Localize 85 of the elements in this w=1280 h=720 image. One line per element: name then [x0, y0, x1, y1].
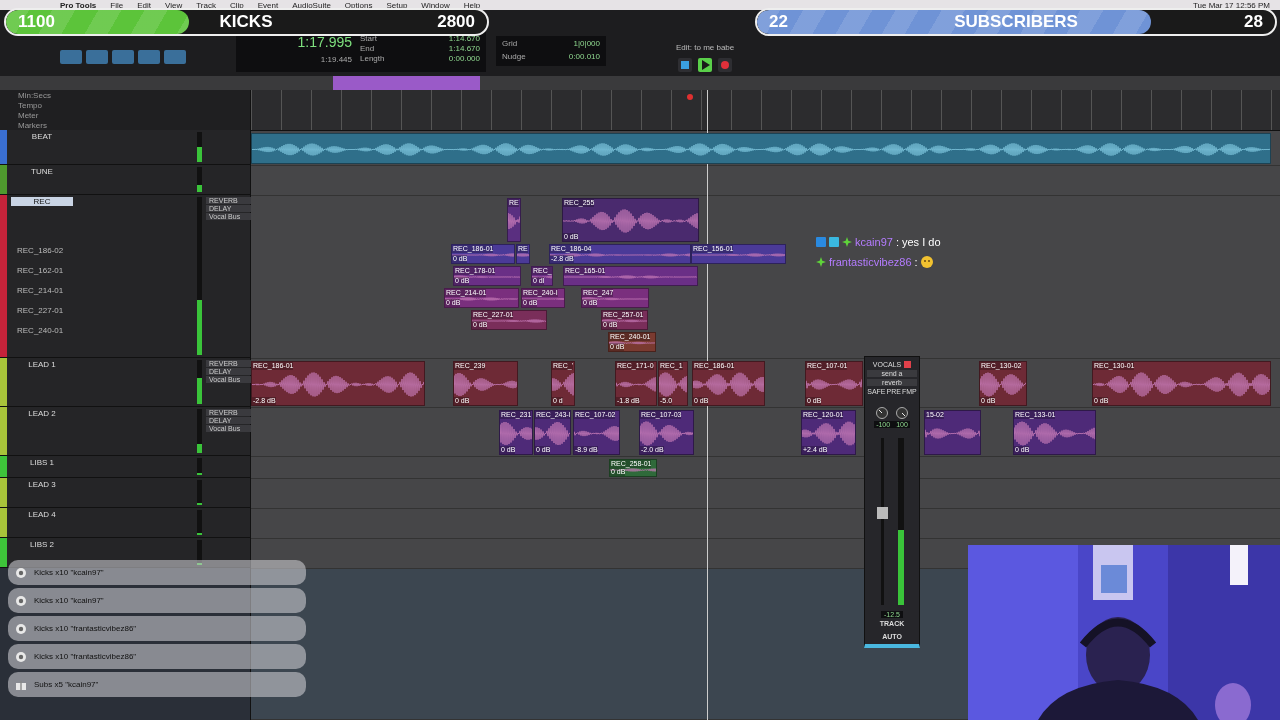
- track-name[interactable]: REC: [11, 197, 73, 206]
- waveform: [659, 370, 687, 399]
- track-name[interactable]: LEAD 3: [11, 480, 73, 489]
- menu-item[interactable]: File: [110, 0, 124, 10]
- waveform: [582, 297, 648, 301]
- playlist-name: REC_240-01: [17, 326, 65, 335]
- ruler-label: Meter: [18, 110, 40, 120]
- menu-item[interactable]: Event: [257, 0, 279, 10]
- menu-item[interactable]: View: [165, 0, 183, 10]
- playlist-name: REC_162-01: [17, 266, 65, 275]
- alert-text: Kicks x10 "frantasticvibez86": [34, 652, 137, 661]
- counter-label: End: [360, 44, 375, 53]
- waveform: [517, 253, 529, 257]
- goal-start: 22: [769, 12, 788, 32]
- fader-handle[interactable]: [876, 507, 888, 520]
- chat-username: frantasticvibez86: [829, 256, 912, 268]
- waveform: [609, 341, 655, 345]
- waveform: [602, 319, 647, 323]
- waveform: [522, 297, 564, 301]
- cursor-readout: 1:19.445: [320, 55, 352, 64]
- goal-label: KICKS: [219, 12, 273, 32]
- alert-text: Kicks x10 "kcain97": [34, 596, 104, 605]
- menu-item[interactable]: Edit: [137, 0, 151, 10]
- grid-label: Nudge: [502, 52, 526, 61]
- menu-item[interactable]: Setup: [386, 0, 408, 10]
- close-icon[interactable]: [904, 361, 912, 368]
- waveform: [610, 468, 656, 472]
- waveform: [532, 275, 552, 279]
- audio-clip[interactable]: [251, 133, 1271, 164]
- menu-item[interactable]: Options: [344, 0, 373, 10]
- record-icon[interactable]: [718, 58, 733, 72]
- clock: Tue Mar 17 12:56 PM: [1192, 0, 1270, 10]
- waveform: [454, 275, 520, 279]
- counter-value: 1:14.670: [448, 44, 480, 53]
- alert-text: Subs x5 "kcain97": [34, 680, 99, 689]
- waveform: [980, 370, 1026, 399]
- goal-start: 1100: [18, 12, 55, 32]
- waveform: [500, 419, 532, 448]
- waveform: [454, 370, 517, 399]
- counter-label: Length: [360, 54, 385, 63]
- playlist-name: REC_227-01: [17, 306, 65, 315]
- menu-item[interactable]: AudioSuite: [292, 0, 331, 10]
- menu-item[interactable]: Track: [196, 0, 216, 10]
- track-name[interactable]: LIBS 1: [11, 458, 73, 467]
- pan-knob[interactable]: [876, 407, 888, 419]
- counter-value: 1:14.670: [448, 34, 480, 43]
- chat-separator: :: [914, 256, 918, 268]
- counter-label: Start: [360, 34, 377, 43]
- waveform: [640, 419, 693, 448]
- grid-value: 1|0|000: [573, 39, 600, 48]
- counter-value: 0:00.000: [448, 54, 480, 63]
- waveform: [535, 419, 570, 448]
- waveform: [452, 253, 514, 257]
- track-name[interactable]: LEAD 2: [11, 409, 73, 418]
- track-name[interactable]: BEAT: [11, 132, 73, 141]
- alert-text: Kicks x10 "frantasticvibez86": [34, 624, 137, 633]
- menu-item[interactable]: Help: [463, 0, 481, 10]
- alert-text: Kicks x10 "kcain97": [34, 568, 104, 577]
- goal-label: SUBSCRIBERS: [954, 12, 1078, 32]
- playlist-name: REC_186-02: [17, 246, 65, 255]
- ruler-label: Tempo: [18, 100, 43, 110]
- chat-username: kcain97: [855, 236, 893, 248]
- pan-knob[interactable]: [896, 407, 908, 419]
- menu-item[interactable]: Window: [421, 0, 450, 10]
- goal-target: 2800: [437, 12, 475, 32]
- grid-label: Grid: [502, 39, 518, 48]
- session-title: Edit: to me babe: [676, 43, 735, 52]
- ruler-label: Markers: [18, 120, 48, 130]
- ruler-label: Min:Secs: [18, 90, 52, 100]
- goal-target: 28: [1244, 12, 1263, 32]
- waveform: [802, 419, 855, 448]
- chat-separator: :: [895, 236, 899, 248]
- playlist-name: REC_214-01: [17, 286, 65, 295]
- track-name[interactable]: LEAD 4: [11, 510, 73, 519]
- track-name[interactable]: LEAD 1: [11, 360, 73, 369]
- playhead-marker: [687, 94, 693, 100]
- grid-value: 0:00.010: [568, 52, 600, 61]
- track-name[interactable]: TUNE: [11, 167, 73, 176]
- menu-item[interactable]: Pro Tools: [60, 0, 97, 10]
- chat-message: yes I do: [902, 236, 941, 248]
- play-icon[interactable]: [698, 58, 713, 72]
- track-name[interactable]: LIBS 2: [11, 540, 73, 549]
- stop-icon[interactable]: [678, 58, 693, 72]
- main-counter: 1:17.995: [297, 34, 352, 50]
- waveform: [693, 370, 764, 399]
